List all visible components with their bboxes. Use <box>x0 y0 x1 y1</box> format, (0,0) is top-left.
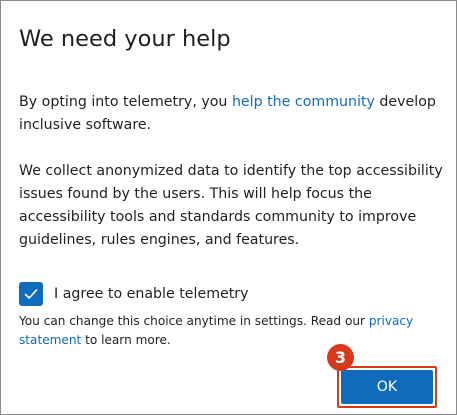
dialog-title: We need your help <box>19 26 231 52</box>
telemetry-dialog: We need your help By opting into telemet… <box>0 0 457 415</box>
telemetry-checkbox[interactable] <box>19 282 43 306</box>
checkmark-icon <box>24 289 38 299</box>
data-collection-paragraph: We collect anonymized data to identify t… <box>19 163 443 248</box>
note-text-after: to learn more. <box>81 333 171 347</box>
step-number-badge: 3 <box>327 344 354 371</box>
settings-note: You can change this choice anytime in se… <box>19 312 444 350</box>
intro-text-before: By opting into telemetry, you <box>19 94 232 110</box>
telemetry-intro-paragraph: By opting into telemetry, you help the c… <box>19 91 444 137</box>
telemetry-checkbox-label[interactable]: I agree to enable telemetry <box>54 286 249 302</box>
help-the-community-link[interactable]: help the community <box>232 94 375 110</box>
note-text-before: You can change this choice anytime in se… <box>19 314 369 328</box>
ok-button[interactable]: OK <box>341 370 433 404</box>
telemetry-consent-row[interactable]: I agree to enable telemetry <box>19 282 249 306</box>
